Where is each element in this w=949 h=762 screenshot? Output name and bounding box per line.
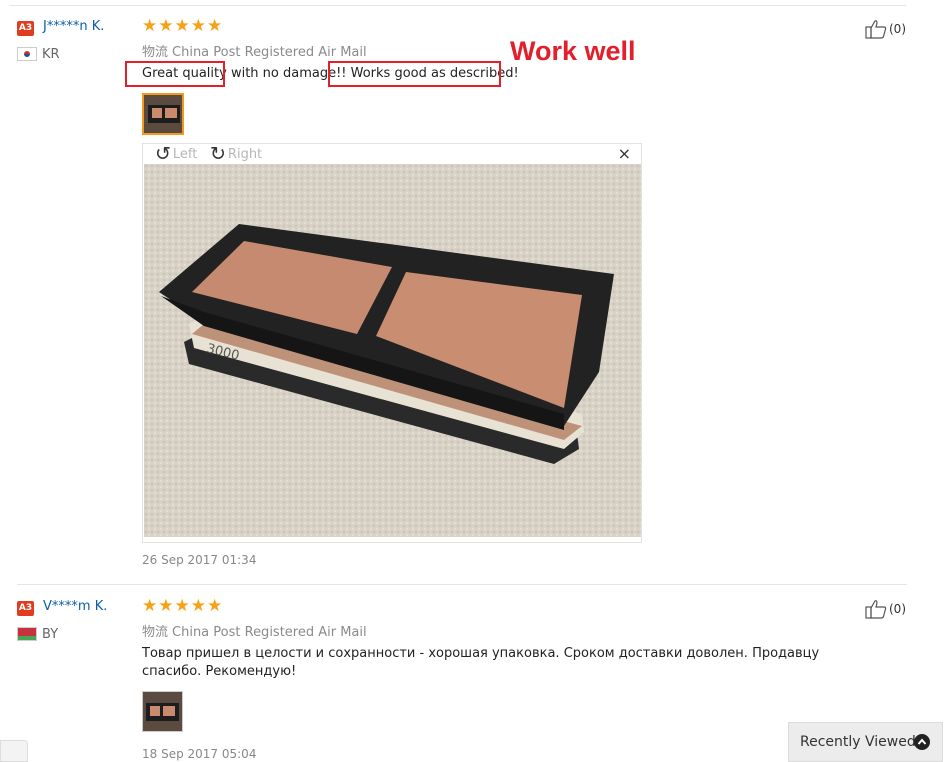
- user-name[interactable]: V****m K.: [43, 599, 107, 614]
- image-viewer: ↺ Left ↻ Right × 3000: [142, 143, 642, 543]
- level-badge: A3: [17, 21, 34, 36]
- rotate-right-label: Right: [227, 146, 263, 162]
- star-icon: ★: [207, 596, 223, 616]
- recently-viewed-label: Recently Viewed: [800, 734, 916, 750]
- logistics-info: 物流 China Post Registered Air Mail: [142, 41, 367, 60]
- star-icon: ★: [142, 16, 158, 36]
- divider: [9, 5, 906, 6]
- rotate-right-icon: ↻: [210, 143, 226, 165]
- close-icon[interactable]: ×: [618, 146, 631, 162]
- highlight-box: [328, 61, 501, 87]
- rotate-left-label: Left: [172, 146, 198, 162]
- chevron-up-icon: [914, 734, 930, 750]
- rotate-left-icon: ↺: [155, 143, 171, 165]
- logistics-label: 物流: [142, 45, 169, 60]
- star-rating: ★ ★ ★ ★ ★: [142, 16, 223, 36]
- flag-kr-icon: [17, 47, 37, 61]
- recently-viewed-button[interactable]: Recently Viewed: [788, 722, 943, 762]
- like-button[interactable]: (0): [865, 599, 906, 619]
- rotate-right-button[interactable]: ↻ Right: [210, 143, 263, 165]
- like-count: (0): [889, 22, 906, 36]
- review-thumbnail[interactable]: [142, 691, 183, 732]
- country-code: BY: [42, 627, 59, 642]
- user-name[interactable]: J*****n K.: [43, 19, 104, 34]
- star-icon: ★: [207, 16, 223, 36]
- like-button[interactable]: (0): [865, 19, 906, 39]
- thumb-up-icon: [865, 20, 887, 39]
- highlight-box: [125, 61, 225, 87]
- rotate-left-button[interactable]: ↺ Left: [155, 143, 198, 165]
- review-date: 18 Sep 2017 05:04: [142, 747, 257, 761]
- review-photo: 3000: [144, 164, 641, 537]
- level-badge: A3: [17, 601, 34, 616]
- review-date: 26 Sep 2017 01:34: [142, 553, 257, 567]
- logistics-method: China Post Registered Air Mail: [172, 625, 367, 640]
- flag-by-icon: [17, 627, 37, 641]
- logistics-label: 物流: [142, 625, 169, 640]
- side-tab[interactable]: [0, 740, 28, 762]
- star-icon: ★: [190, 596, 206, 616]
- like-count: (0): [889, 602, 906, 616]
- thumb-up-icon: [865, 600, 887, 619]
- logistics-method: China Post Registered Air Mail: [172, 45, 367, 60]
- viewer-toolbar: ↺ Left ↻ Right ×: [143, 144, 641, 164]
- divider: [17, 584, 907, 585]
- review-thumbnail[interactable]: [142, 93, 184, 135]
- star-rating: ★ ★ ★ ★ ★: [142, 596, 223, 616]
- review-text: Товар пришел в целости и сохранности - х…: [142, 646, 820, 679]
- logistics-info: 物流 China Post Registered Air Mail: [142, 621, 367, 640]
- star-icon: ★: [190, 16, 206, 36]
- annotation-text: Work well: [510, 36, 636, 66]
- star-icon: ★: [174, 16, 190, 36]
- star-icon: ★: [158, 16, 174, 36]
- country-code: KR: [42, 47, 60, 62]
- star-icon: ★: [142, 596, 158, 616]
- star-icon: ★: [174, 596, 190, 616]
- star-icon: ★: [158, 596, 174, 616]
